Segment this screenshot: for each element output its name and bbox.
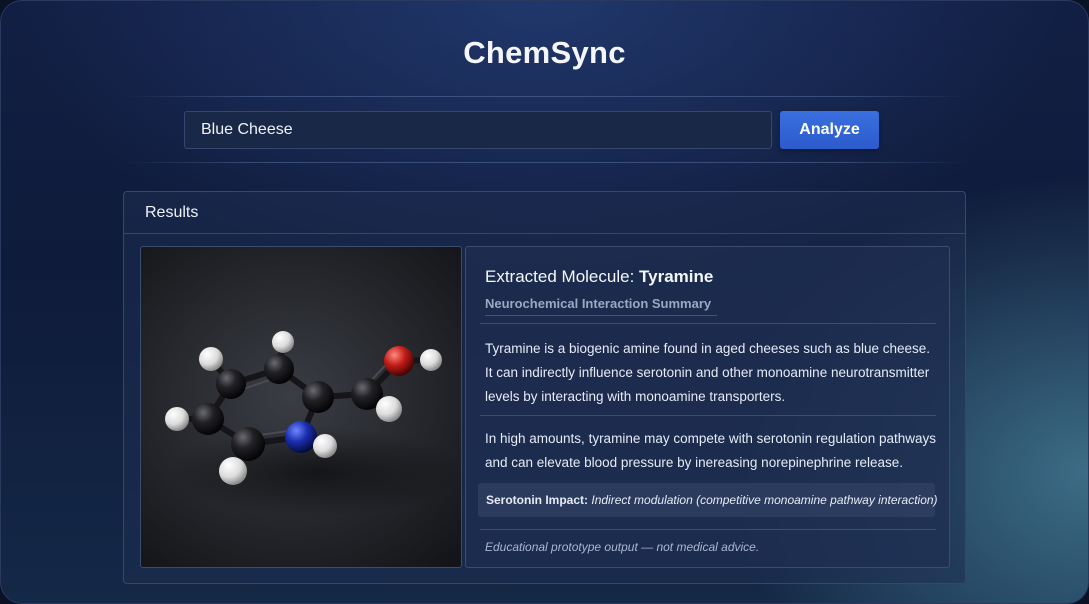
- divider: [480, 529, 936, 530]
- search-input[interactable]: [184, 111, 772, 149]
- divider: [480, 323, 936, 324]
- molecule-subtitle: Neurochemical Interaction Summary: [485, 296, 712, 311]
- molecule-image: [140, 246, 462, 568]
- carbon-atom: [216, 369, 246, 399]
- carbon-atom: [192, 403, 224, 435]
- carbon-atom: [231, 427, 265, 461]
- hydrogen-atom: [165, 407, 189, 431]
- impact-value: Indirect modulation (competitive monoami…: [591, 493, 938, 507]
- molecule-3d-model: [165, 331, 461, 517]
- search-divider: [123, 162, 969, 163]
- hydrogen-atom: [272, 331, 294, 353]
- molecule-name: Tyramine: [639, 267, 714, 286]
- risk-line: and can elevate blood pressure by inerea…: [485, 455, 904, 470]
- description-paragraph: Tyramine is a biogenic amine found in ag…: [485, 337, 935, 409]
- divider: [480, 415, 936, 416]
- serotonin-impact-box: Serotonin Impact: Indirect modulation (c…: [478, 483, 938, 517]
- risk-paragraph: In high amounts, tyramine may compete wi…: [485, 427, 936, 475]
- hydrogen-atom: [420, 349, 442, 371]
- hydrogen-atom: [219, 457, 247, 485]
- carbon-atom: [302, 381, 334, 413]
- description-line: Tyramine is a biogenic amine found in ag…: [485, 341, 931, 356]
- hydrogen-atom: [313, 434, 337, 458]
- header-divider: [123, 96, 969, 97]
- app-title: ChemSync: [463, 35, 626, 70]
- molecule-info-panel: Extracted Molecule: Tyramine Neurochemic…: [465, 246, 950, 568]
- subtitle-underline: [485, 315, 717, 316]
- carbon-atom: [264, 354, 294, 384]
- risk-line: In high amounts, tyramine may compete wi…: [485, 431, 936, 446]
- description-line: It can indirectly influence serotonin an…: [485, 365, 930, 380]
- analyze-button[interactable]: Analyze: [780, 111, 879, 149]
- oxygen-atom: [384, 346, 414, 376]
- impact-label: Serotonin Impact:: [486, 493, 589, 507]
- molecule-title-prefix: Extracted Molecule:: [485, 267, 640, 286]
- hydrogen-atom: [199, 347, 223, 371]
- app-window: ChemSync Analyze Results: [0, 0, 1089, 604]
- description-line: levels by interacting with monoamine tra…: [485, 389, 786, 404]
- results-header: Results: [124, 192, 965, 234]
- results-panel: Results Extracted Molecule: Tyramine Neu…: [123, 191, 966, 584]
- disclaimer: Educational prototype output — not medic…: [485, 540, 760, 554]
- molecule-title: Extracted Molecule: Tyramine: [485, 267, 713, 287]
- hydrogen-atom: [376, 396, 402, 422]
- nitrogen-atom: [285, 421, 317, 453]
